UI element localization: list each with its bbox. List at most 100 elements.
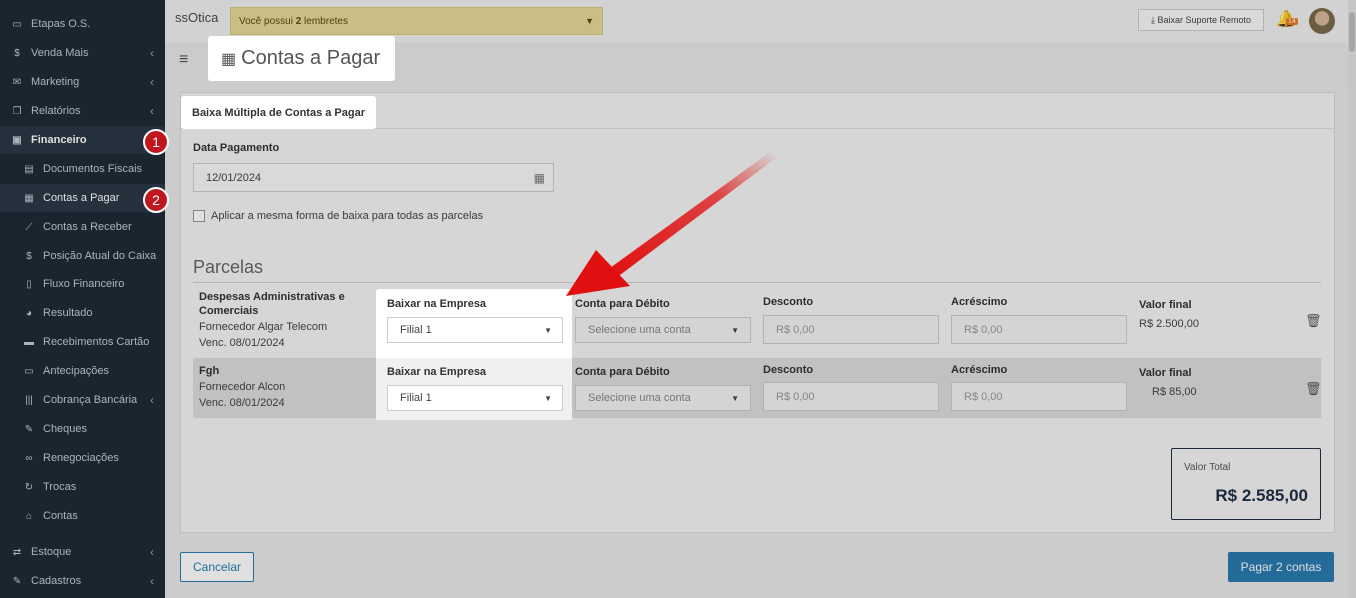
sidebar-item-label: Cadastros [31, 575, 82, 587]
sidebar-item-contas-a-pagar[interactable]: ▦ Contas a Pagar [0, 184, 165, 212]
sidebar-item-label: Antecipações [43, 365, 110, 377]
edit-icon: ✎ [24, 423, 34, 435]
company-highlight-box: Baixar na Empresa Filial 1 ▼ Baixar na E… [376, 289, 572, 420]
copy-icon: ❐ [12, 105, 22, 117]
surcharge-input[interactable]: R$ 0,00 [951, 382, 1127, 411]
installment-supplier: Fornecedor Alcon [199, 381, 286, 393]
total-label: Valor Total [1184, 462, 1231, 473]
barcode-icon: ||| [25, 394, 33, 406]
refresh-icon: ↻ [24, 481, 34, 493]
menu-toggle-icon[interactable]: ≡ [179, 51, 188, 69]
debit-account-select[interactable]: Selecione uma conta ▼ [575, 317, 751, 343]
discount-label: Desconto [763, 364, 814, 376]
chevron-left-icon: ‹ [150, 545, 154, 559]
app-logo[interactable]: ssOtica [175, 10, 218, 25]
avatar[interactable] [1309, 8, 1335, 34]
exchange-icon: ⇄ [12, 546, 22, 558]
sidebar-item-label: Recebimentos Cartão [43, 336, 150, 348]
calendar-icon[interactable]: ▦ [534, 171, 545, 185]
trash-icon[interactable]: 🗑 [1305, 313, 1322, 329]
sidebar-item-recebimentos-cart-o[interactable]: ▬ Recebimentos Cartão [0, 328, 165, 356]
payment-date-label: Data Pagamento [193, 142, 280, 154]
apply-same-checkbox[interactable] [193, 210, 205, 222]
final-value: R$ 2.500,00 [1139, 318, 1199, 330]
file-icon: ▯ [26, 278, 32, 290]
total-box: Valor Total R$ 2.585,00 [1171, 448, 1321, 520]
sidebar-item-label: Cobrança Bancária [43, 394, 138, 406]
installment-title: Despesas Administrativas e Comerciais [199, 291, 345, 317]
sidebar-item-antecipa-es[interactable]: ▭ Antecipações [0, 357, 165, 385]
download-remote-support-button[interactable]: ⤓ Baixar Suporte Remoto [1138, 9, 1264, 31]
discount-input[interactable]: R$ 0,00 [763, 382, 939, 411]
notification-badge: 14 [1286, 18, 1298, 25]
dollar-icon: $ [26, 250, 32, 262]
calculator-icon: ▦ [221, 50, 237, 68]
sidebar-item-label: Renegociações [43, 452, 119, 464]
chevron-left-icon: ‹ [150, 574, 154, 588]
chevron-down-icon: ▼ [544, 393, 552, 403]
company-select[interactable]: Filial 1 ▼ [387, 317, 563, 343]
page-title: ▦ Contas a Pagar [208, 36, 395, 81]
scrollbar-thumb[interactable] [1349, 12, 1355, 52]
sidebar-item-label: Fluxo Financeiro [43, 278, 125, 290]
sidebar-item-label: Financeiro [31, 134, 87, 146]
surcharge-placeholder: R$ 0,00 [964, 390, 1003, 403]
final-value: R$ 85,00 [1152, 386, 1197, 398]
page-title-text: Contas a Pagar [241, 47, 381, 69]
chevron-left-icon: ‹ [150, 104, 154, 118]
sidebar-item-fluxo-financeiro[interactable]: ▯ Fluxo Financeiro [0, 270, 165, 298]
sidebar-item-cadastros[interactable]: ✎ Cadastros ‹ [0, 567, 165, 595]
sidebar-item-relat-rios[interactable]: ❐ Relatórios ‹ [0, 97, 165, 125]
apply-same-label: Aplicar a mesma forma de baixa para toda… [211, 210, 484, 222]
sidebar-item-estoque[interactable]: ⇄ Estoque ‹ [0, 538, 165, 566]
sidebar-item-etapas-o-s-[interactable]: ▭ Etapas O.S. [0, 10, 165, 38]
sidebar-item-marketing[interactable]: ✉ Marketing ‹ [0, 68, 165, 96]
sidebar-item-documentos-fiscais[interactable]: ▤ Documentos Fiscais [0, 155, 165, 183]
calculator-icon: ▦ [24, 192, 34, 204]
chevron-down-icon: ▼ [585, 16, 594, 26]
surcharge-label: Acréscimo [951, 296, 1008, 308]
payment-date-value: 12/01/2024 [206, 171, 262, 184]
sidebar-item-contas[interactable]: ⌂ Contas [0, 502, 165, 530]
sidebar-item-posi-o-atual-do-caixa[interactable]: $ Posição Atual do Caixa [0, 242, 165, 270]
pay-accounts-button[interactable]: Pagar 2 contas [1228, 552, 1334, 582]
sidebar-item-contas-a-receber[interactable]: ⟋ Contas a Receber [0, 213, 165, 241]
surcharge-input[interactable]: R$ 0,00 [951, 315, 1127, 344]
sidebar-item-label: Cheques [43, 423, 88, 435]
installments-title: Parcelas [193, 257, 264, 277]
sidebar-item-renegocia-es[interactable]: ∞ Renegociações [0, 444, 165, 472]
chevron-left-icon: ‹ [150, 393, 154, 407]
edit-icon: ✎ [12, 575, 22, 587]
sidebar-item-label: Posição Atual do Caixa [43, 250, 157, 262]
sidebar-item-label: Trocas [43, 481, 77, 493]
dollar-icon: $ [14, 47, 20, 59]
sidebar-item-resultado[interactable]: ◕ Resultado [0, 299, 165, 327]
sidebar-item-label: Contas a Receber [43, 221, 132, 233]
sidebar-item-venda-mais[interactable]: $ Venda Mais ‹ [0, 39, 165, 67]
sidebar-item-cobran-a-banc-ria[interactable]: ||| Cobrança Bancária ‹ [0, 386, 165, 414]
sidebar-item-financeiro[interactable]: ▣ Financeiro [0, 126, 165, 154]
trash-icon[interactable]: 🗑 [1305, 381, 1322, 397]
credit-card-icon: ▬ [24, 336, 34, 348]
cancel-button[interactable]: Cancelar [180, 552, 254, 582]
money-icon: ▣ [12, 134, 22, 146]
sidebar-item-trocas[interactable]: ↻ Trocas [0, 473, 165, 501]
debit-account-select[interactable]: Selecione uma conta ▼ [575, 385, 751, 411]
sidebar-item-cheques[interactable]: ✎ Cheques [0, 415, 165, 443]
tab-bulk-payment[interactable]: Baixa Múltipla de Contas a Pagar [181, 96, 376, 129]
installment-title: Fgh [199, 365, 220, 377]
chevron-left-icon: ‹ [150, 46, 154, 60]
chevron-down-icon: ▼ [731, 325, 739, 335]
annotation-arrow [566, 152, 776, 296]
handshake-icon: ∞ [25, 452, 33, 464]
company-select[interactable]: Filial 1 ▼ [387, 385, 563, 411]
sidebar-item-label: Estoque [31, 546, 72, 558]
tablet-icon: ▭ [12, 18, 22, 30]
scrollbar[interactable] [1348, 0, 1356, 598]
sidebar-item-label: Relatórios [31, 105, 81, 117]
reminder-dropdown[interactable]: Você possui 2 lembretes ▼ [230, 7, 603, 35]
discount-input[interactable]: R$ 0,00 [763, 315, 939, 344]
step-badge: 2 [143, 187, 169, 213]
bank-icon: ⌂ [25, 510, 33, 522]
payment-date-input[interactable]: 12/01/2024 ▦ [193, 163, 554, 192]
